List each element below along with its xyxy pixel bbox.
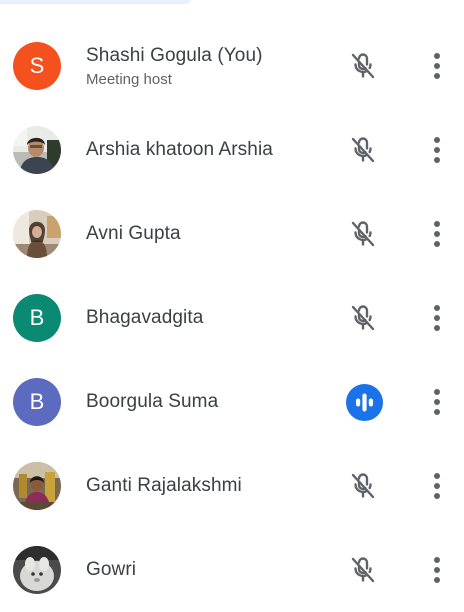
participant-row[interactable]: Gowri xyxy=(0,528,464,612)
more-vert-icon xyxy=(434,53,440,79)
more-vert-icon xyxy=(434,137,440,163)
participant-name: Shashi Gogula (You) xyxy=(86,44,263,66)
participant-info: Arshia khatoon Arshia xyxy=(86,108,273,192)
avatar xyxy=(13,546,61,594)
avatar-photo xyxy=(13,546,61,594)
more-options-button[interactable] xyxy=(424,216,450,252)
mic-off-icon[interactable] xyxy=(345,48,381,84)
participant-name: Gowri xyxy=(86,559,137,580)
more-options-button[interactable] xyxy=(424,384,450,420)
mic-off-icon[interactable] xyxy=(345,216,381,252)
audio-level-icon xyxy=(346,384,383,421)
more-options-button[interactable] xyxy=(424,468,450,504)
more-vert-icon xyxy=(434,389,440,415)
mic-off-icon[interactable] xyxy=(345,468,381,504)
avatar-initial: S xyxy=(29,53,45,78)
participant-row[interactable]: Arshia khatoon Arshia xyxy=(0,108,464,192)
participant-name: Boorgula Suma xyxy=(86,391,219,412)
participant-info: Bhagavadgita xyxy=(86,276,203,360)
more-vert-icon xyxy=(434,221,440,247)
more-vert-icon xyxy=(434,557,440,583)
avatar: B xyxy=(13,378,61,426)
participant-info: Avni Gupta xyxy=(86,192,181,276)
more-options-button[interactable] xyxy=(424,300,450,336)
participant-info: Gowri xyxy=(86,528,136,612)
more-vert-icon xyxy=(434,305,440,331)
more-vert-icon xyxy=(434,473,440,499)
participant-row[interactable]: Ganti Rajalakshmi xyxy=(0,444,464,528)
avatar: S xyxy=(13,42,61,90)
more-options-button[interactable] xyxy=(424,48,450,84)
participant-info: Boorgula Suma xyxy=(86,360,218,444)
participant-row[interactable]: B Boorgula Suma xyxy=(0,360,464,444)
avatar-photo xyxy=(13,126,61,174)
participant-info: Ganti Rajalakshmi xyxy=(86,444,242,528)
mic-off-icon[interactable] xyxy=(345,552,381,588)
more-options-button[interactable] xyxy=(424,552,450,588)
participant-role: Meeting host xyxy=(86,70,172,88)
participant-info: Shashi Gogula (You) Meeting host xyxy=(86,24,263,108)
participant-row[interactable]: S Shashi Gogula (You) Meeting host xyxy=(0,24,464,108)
previous-panel-edge xyxy=(0,0,190,4)
participant-list: S Shashi Gogula (You) Meeting host Arshi… xyxy=(0,24,464,612)
participant-name: Ganti Rajalakshmi xyxy=(86,475,242,496)
avatar-photo xyxy=(13,210,61,258)
avatar-photo xyxy=(13,462,61,510)
participant-name: Bhagavadgita xyxy=(86,307,204,328)
avatar-initial: B xyxy=(29,389,45,414)
avatar-initial: B xyxy=(29,305,45,330)
participant-row[interactable]: Avni Gupta xyxy=(0,192,464,276)
mic-off-icon[interactable] xyxy=(345,300,381,336)
avatar xyxy=(13,462,61,510)
mic-off-icon[interactable] xyxy=(345,132,381,168)
participant-row[interactable]: B Bhagavadgita xyxy=(0,276,464,360)
avatar xyxy=(13,210,61,258)
participant-name: Arshia khatoon Arshia xyxy=(86,139,273,160)
avatar xyxy=(13,126,61,174)
avatar: B xyxy=(13,294,61,342)
participant-name: Avni Gupta xyxy=(86,223,181,244)
more-options-button[interactable] xyxy=(424,132,450,168)
